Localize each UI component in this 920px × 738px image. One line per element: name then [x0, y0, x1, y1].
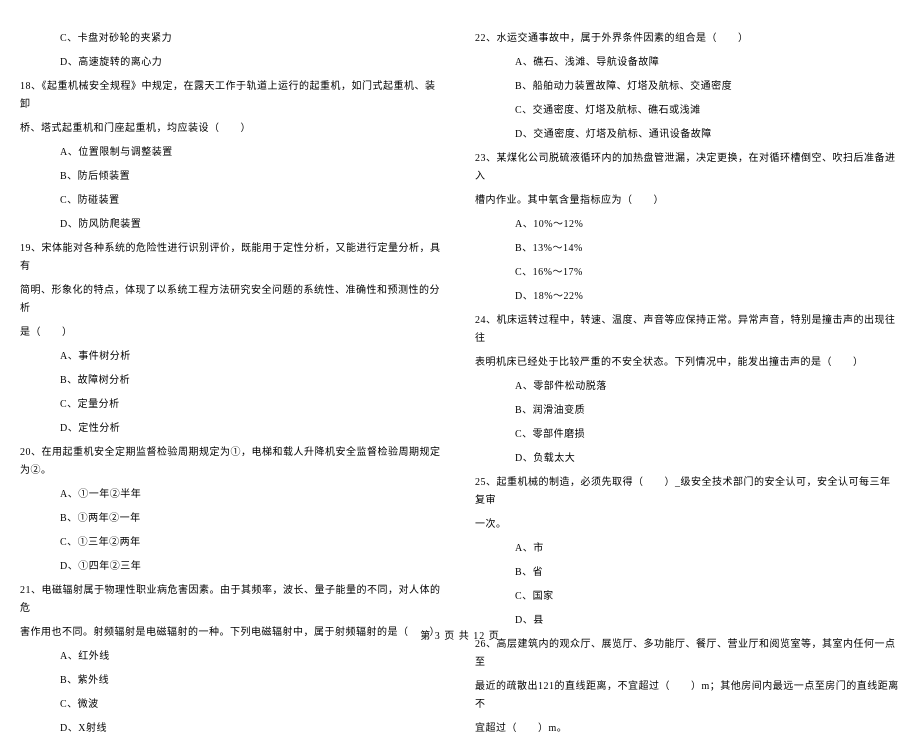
q23-option-c: C、16%～17% — [475, 264, 900, 282]
q20-option-c: C、①三年②两年 — [20, 534, 445, 552]
page-footer: 第 3 页 共 12 页 — [0, 627, 920, 642]
left-column: C、卡盘对砂轮的夹紧力 D、高速旋转的离心力 18、《起重机械安全规程》中规定，… — [20, 30, 460, 610]
q25-option-c: C、国家 — [475, 588, 900, 606]
q19-text-l3: 是（ ） — [20, 324, 445, 342]
q24-option-c: C、零部件磨损 — [475, 426, 900, 444]
q18-option-c: C、防碰装置 — [20, 192, 445, 210]
q26-text-l3: 宜超过（ ）m。 — [475, 720, 900, 738]
q23-text-l2: 槽内作业。其中氧含量指标应为（ ） — [475, 192, 900, 210]
q26-text-l2: 最近的疏散出121的直线距离，不宜超过（ ）m；其他房间内最远一点至房门的直线距… — [475, 678, 900, 714]
q23-option-b: B、13%～14% — [475, 240, 900, 258]
q25-option-a: A、市 — [475, 540, 900, 558]
right-column: 22、水运交通事故中，属于外界条件因素的组合是（ ） A、礁石、浅滩、导航设备故… — [460, 30, 900, 610]
q20-option-a: A、①一年②半年 — [20, 486, 445, 504]
q19-option-d: D、定性分析 — [20, 420, 445, 438]
q25-text-l1: 25、起重机械的制造，必须先取得（ ）_级安全技术部门的安全认可，安全认可每三年… — [475, 474, 900, 510]
q21-option-c: C、微波 — [20, 696, 445, 714]
q25-option-b: B、省 — [475, 564, 900, 582]
q18-text-l1: 18、《起重机械安全规程》中规定，在露天工作于轨道上运行的起重机，如门式起重机、… — [20, 78, 445, 114]
q22-option-c: C、交通密度、灯塔及航标、礁石或浅滩 — [475, 102, 900, 120]
q17-option-c: C、卡盘对砂轮的夹紧力 — [20, 30, 445, 48]
q18-text-l2: 桥、塔式起重机和门座起重机，均应装设（ ） — [20, 120, 445, 138]
q19-text-l1: 19、宋体能对各种系统的危险性进行识别评价，既能用于定性分析，又能进行定量分析，… — [20, 240, 445, 276]
q21-option-a: A、红外线 — [20, 648, 445, 666]
q19-option-c: C、定量分析 — [20, 396, 445, 414]
q25-text-l2: 一次。 — [475, 516, 900, 534]
page-container: C、卡盘对砂轮的夹紧力 D、高速旋转的离心力 18、《起重机械安全规程》中规定，… — [0, 0, 920, 620]
q18-option-a: A、位置限制与调整装置 — [20, 144, 445, 162]
q18-option-d: D、防风防爬装置 — [20, 216, 445, 234]
q24-text-l1: 24、机床运转过程中，转速、温度、声音等应保持正常。异常声音，特别是撞击声的出现… — [475, 312, 900, 348]
q19-option-a: A、事件树分析 — [20, 348, 445, 366]
q19-option-b: B、故障树分析 — [20, 372, 445, 390]
q24-option-a: A、零部件松动脱落 — [475, 378, 900, 396]
q17-option-d: D、高速旋转的离心力 — [20, 54, 445, 72]
q21-text-l1: 21、电磁辐射属于物理性职业病危害因素。由于其频率，波长、量子能量的不同，对人体… — [20, 582, 445, 618]
q23-text-l1: 23、某煤化公司脱硫液循环内的加热盘管泄漏，决定更换，在对循环槽倒空、吹扫后准备… — [475, 150, 900, 186]
q22-option-b: B、船舶动力装置故障、灯塔及航标、交通密度 — [475, 78, 900, 96]
q22-option-a: A、礁石、浅滩、导航设备故障 — [475, 54, 900, 72]
q20-text: 20、在用起重机安全定期监督检验周期规定为①，电梯和载人升降机安全监督检验周期规… — [20, 444, 445, 480]
q19-text-l2: 简明、形象化的特点，体现了以系统工程方法研究安全问题的系统性、准确性和预测性的分… — [20, 282, 445, 318]
q24-option-b: B、润滑油变质 — [475, 402, 900, 420]
q20-option-b: B、①两年②一年 — [20, 510, 445, 528]
q23-option-a: A、10%～12% — [475, 216, 900, 234]
q22-option-d: D、交通密度、灯塔及航标、通讯设备故障 — [475, 126, 900, 144]
q18-option-b: B、防后倾装置 — [20, 168, 445, 186]
q20-option-d: D、①四年②三年 — [20, 558, 445, 576]
q21-option-b: B、紫外线 — [20, 672, 445, 690]
q21-option-d: D、X射线 — [20, 720, 445, 738]
q22-text: 22、水运交通事故中，属于外界条件因素的组合是（ ） — [475, 30, 900, 48]
q24-option-d: D、负载太大 — [475, 450, 900, 468]
q24-text-l2: 表明机床已经处于比较严重的不安全状态。下列情况中，能发出撞击声的是（ ） — [475, 354, 900, 372]
q23-option-d: D、18%～22% — [475, 288, 900, 306]
